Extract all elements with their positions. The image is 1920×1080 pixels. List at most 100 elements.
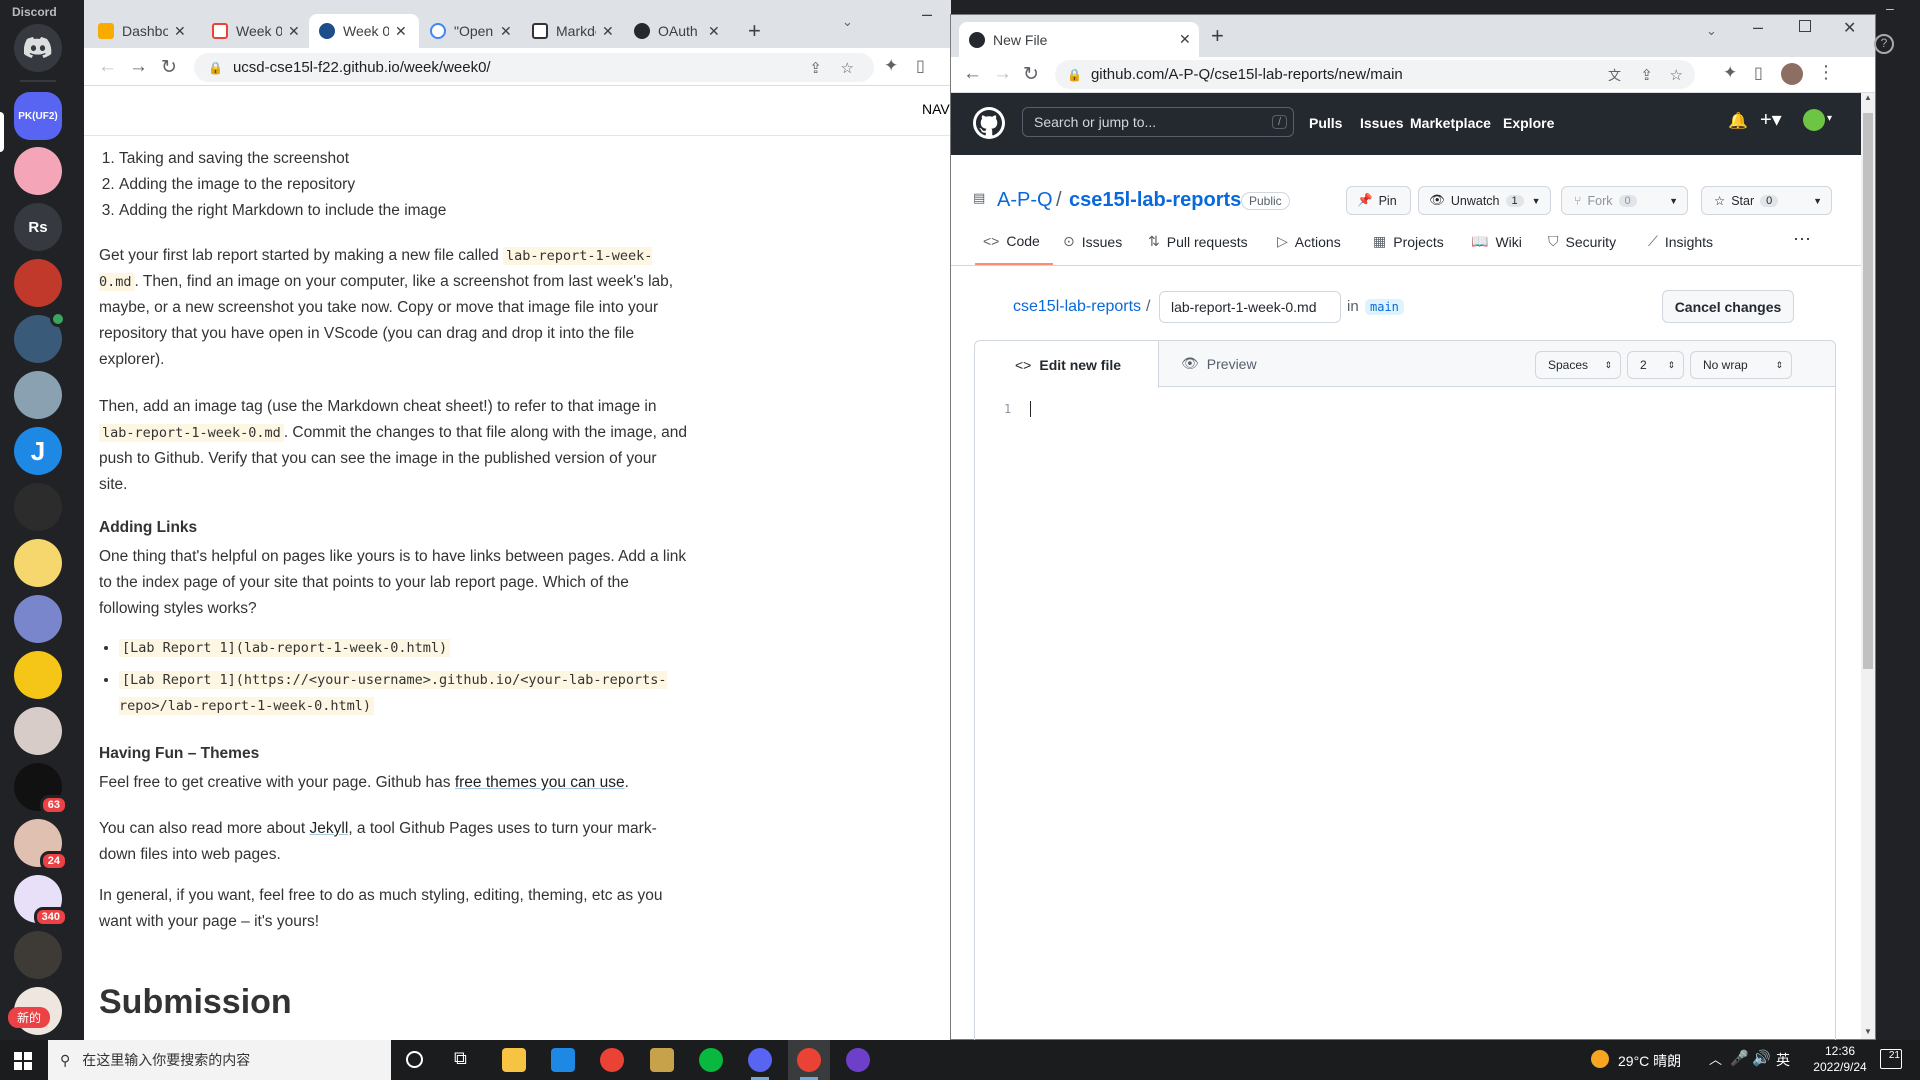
tab-dashboard[interactable]: Dashbo ✕ [88, 14, 198, 48]
tab-oauth[interactable]: OAuth a ✕ [624, 14, 724, 48]
server-avatar[interactable]: 340 [14, 875, 68, 927]
close-tab-icon[interactable]: ✕ [602, 23, 614, 40]
repo-name-link[interactable]: cse15l-lab-reports [1069, 189, 1241, 212]
server-avatar[interactable]: 63 [14, 763, 68, 815]
repo-owner-link[interactable]: A-P-Q [997, 189, 1053, 212]
translate-icon[interactable]: 文 [1608, 65, 1621, 84]
profile-avatar[interactable] [1781, 63, 1803, 85]
server-avatar[interactable] [14, 595, 62, 643]
close-tab-icon[interactable]: ✕ [1179, 31, 1191, 48]
windows-start-icon[interactable] [14, 1052, 32, 1070]
bookmark-star-icon[interactable]: ☆ [1670, 66, 1683, 84]
server-pk[interactable]: PK(UF2) [14, 92, 62, 140]
star-button[interactable]: ☆ Star 0 ▼ [1701, 186, 1832, 215]
scroll-up-icon[interactable]: ▲ [1864, 93, 1872, 102]
cancel-changes-button[interactable]: Cancel changes [1662, 290, 1794, 323]
share-icon[interactable]: ⇪ [809, 59, 822, 77]
nav-issues[interactable]: Issues [1360, 115, 1404, 131]
tab-actions[interactable]: ▷ Actions [1277, 233, 1341, 250]
server-avatar[interactable] [14, 147, 62, 195]
nav-explore[interactable]: Explore [1503, 115, 1554, 131]
tab-markdown[interactable]: Markdo ✕ [522, 14, 622, 48]
tab-new-file[interactable]: New File ✕ [959, 22, 1199, 57]
free-themes-link[interactable]: free themes you can use [455, 774, 625, 791]
tab-insights[interactable]: ⟋ Insights [1648, 233, 1713, 250]
forward-icon[interactable]: → [129, 56, 148, 78]
server-avatar[interactable] [14, 483, 62, 531]
user-menu-caret-icon[interactable]: ▾ [1827, 113, 1832, 124]
breadcrumb-repo-link[interactable]: cse15l-lab-reports [1013, 298, 1141, 316]
github-search-input[interactable]: Search or jump to... / [1022, 107, 1294, 137]
tab-security[interactable]: ⛉ Security [1548, 233, 1616, 250]
bookmark-star-icon[interactable]: ☆ [841, 59, 854, 77]
tab-open[interactable]: "Open ✕ [420, 14, 520, 48]
reload-icon[interactable]: ↻ [1023, 63, 1039, 86]
new-tab-icon[interactable]: + [748, 18, 761, 44]
user-avatar[interactable] [1803, 109, 1825, 131]
forward-icon[interactable]: → [993, 63, 1012, 85]
close-tab-icon[interactable]: ✕ [174, 23, 186, 40]
chrome-active-icon[interactable] [797, 1048, 821, 1072]
unwatch-button[interactable]: 👁 Unwatch 1 ▼ [1418, 186, 1551, 215]
tab-projects[interactable]: ▦ Projects [1373, 233, 1444, 250]
scrollbar[interactable]: ▲ ▼ [1861, 93, 1875, 1039]
indent-size-select[interactable]: 2 ⇕ [1627, 351, 1684, 379]
nav-pulls[interactable]: Pulls [1309, 115, 1342, 131]
server-avatar[interactable] [14, 707, 62, 755]
server-avatar[interactable] [14, 651, 62, 699]
close-window-icon[interactable]: ✕ [1843, 18, 1856, 38]
new-tab-icon[interactable]: + [1211, 23, 1224, 49]
maximize-icon[interactable] [1799, 20, 1811, 32]
share-icon[interactable]: ⇪ [1640, 66, 1653, 84]
league-icon[interactable] [650, 1048, 674, 1072]
server-avatar[interactable] [14, 371, 62, 419]
volume-icon[interactable]: 🔊 [1752, 1049, 1771, 1067]
close-tab-icon[interactable]: ✕ [500, 23, 512, 40]
github-desktop-icon[interactable] [846, 1048, 870, 1072]
chrome-icon[interactable] [600, 1048, 624, 1072]
clock[interactable]: 12:36 2022/9/24 [1810, 1043, 1870, 1075]
tab-gmail[interactable]: Week 0 ✕ [202, 14, 312, 48]
right-address-bar[interactable]: 🔒 github.com/A-P-Q/cse15l-lab-reports/ne… [1055, 60, 1695, 89]
sidepanel-icon[interactable]: ▯ [1754, 63, 1763, 83]
close-tab-icon[interactable]: ✕ [288, 23, 300, 40]
left-address-bar[interactable]: 🔒 ucsd-cse15l-f22.github.io/week/week0/ … [194, 53, 874, 82]
preview-tab[interactable]: 👁 Preview [1181, 355, 1257, 372]
extensions-icon[interactable]: ✦ [884, 56, 898, 76]
scrollbar-thumb[interactable] [1863, 113, 1873, 669]
tab-pull-requests[interactable]: ⇅ Pull requests [1148, 233, 1248, 250]
tab-search-icon[interactable]: ⌄ [842, 14, 853, 30]
weather-text[interactable]: 29°C 晴朗 [1618, 1051, 1681, 1071]
minimize-icon[interactable]: – [1753, 17, 1763, 38]
close-tab-icon[interactable]: ✕ [708, 23, 720, 40]
more-tabs-icon[interactable]: ··· [1793, 228, 1811, 249]
pin-button[interactable]: 📌 Pin [1346, 186, 1411, 215]
server-avatar[interactable]: 24 [14, 819, 68, 871]
extensions-icon[interactable]: ✦ [1723, 63, 1737, 83]
help-icon[interactable]: ? [1874, 34, 1894, 54]
tab-wiki[interactable]: 📖 Wiki [1471, 233, 1522, 250]
nav-marketplace[interactable]: Marketplace [1410, 115, 1491, 131]
tray-overflow-icon[interactable]: ︿ [1709, 1049, 1722, 1068]
notifications-bell-icon[interactable]: 🔔 [1728, 111, 1748, 131]
fork-button[interactable]: ⑂ Fork 0 ▼ [1561, 186, 1688, 215]
back-icon[interactable]: ← [98, 56, 117, 78]
server-avatar[interactable] [14, 259, 62, 307]
jekyll-link[interactable]: Jekyll [310, 820, 349, 837]
edit-new-file-tab[interactable]: <> Edit new file [975, 341, 1159, 388]
reload-icon[interactable]: ↻ [161, 56, 177, 79]
chrome-menu-icon[interactable]: ⋮ [1817, 62, 1835, 83]
file-explorer-icon[interactable] [502, 1048, 526, 1072]
task-view-icon[interactable]: ⧉ [454, 1048, 467, 1069]
wechat-icon[interactable] [699, 1048, 723, 1072]
tab-search-icon[interactable]: ⌄ [1706, 23, 1717, 39]
filename-input[interactable]: lab-report-1-week-0.md [1159, 291, 1341, 323]
create-new-plus-icon[interactable]: +▾ [1760, 107, 1782, 132]
code-editor-textarea[interactable] [1025, 391, 1825, 1041]
notification-center-icon[interactable]: 21 [1880, 1049, 1902, 1069]
wrap-mode-select[interactable]: No wrap ⇕ [1690, 351, 1792, 379]
github-logo-icon[interactable] [973, 107, 1005, 139]
microphone-icon[interactable]: 🎤 [1730, 1049, 1749, 1067]
minimize-icon[interactable]: – [922, 4, 932, 25]
ime-indicator[interactable]: 英 [1776, 1050, 1790, 1070]
